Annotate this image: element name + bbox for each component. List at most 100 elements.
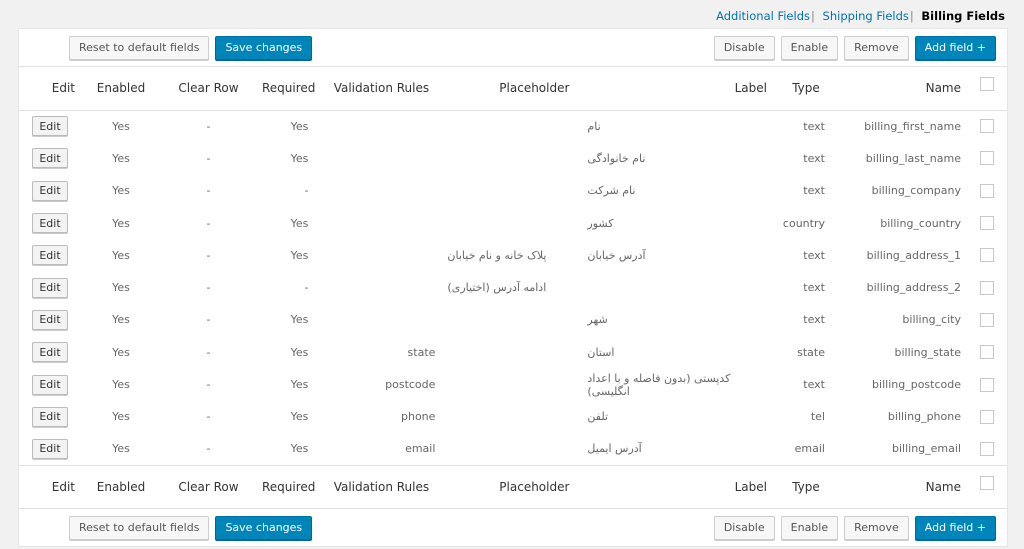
table-row: Edit Yes - Yes email آدرس ایمیل email billing_e… (19, 433, 1007, 465)
save-changes-button[interactable]: Save changes (215, 35, 313, 60)
cell-validation-rules (321, 239, 441, 271)
cell-type: country (782, 216, 825, 230)
edit-field-button[interactable]: Edit (32, 213, 68, 234)
cell-enabled: Yes (112, 281, 130, 295)
add-field-button-bottom[interactable]: Add field + (914, 515, 996, 540)
cell-validation-rules: postcode (385, 378, 436, 392)
edit-field-button[interactable]: Edit (32, 342, 68, 363)
table-row: Edit Yes - - ادامه آدرس (اختیاری) text billing… (19, 271, 1007, 303)
table-row: Edit Yes - Yes postcode کدپستی (بدون فاصله و … (19, 368, 1007, 400)
select-all-checkbox-footer[interactable] (980, 475, 994, 490)
reset-default-fields-button[interactable]: Reset to default fields (69, 35, 210, 60)
tab-billing-fields[interactable]: Billing Fields (921, 9, 1005, 23)
row-select-checkbox[interactable] (980, 151, 994, 166)
cell-required: Yes (290, 410, 309, 424)
column-header-label: Label (581, 67, 773, 111)
edit-field-button[interactable]: Edit (32, 406, 68, 427)
cell-name: billing_postcode (872, 378, 961, 392)
cell-validation-rules: email (405, 442, 436, 456)
row-select-checkbox[interactable] (980, 345, 994, 360)
cell-placeholder (441, 142, 581, 174)
column-header-clear-row: Clear Row (161, 67, 256, 111)
save-changes-button-bottom[interactable]: Save changes (215, 515, 313, 540)
cell-required: Yes (290, 442, 309, 456)
edit-field-button[interactable]: Edit (32, 148, 68, 169)
edit-field-button[interactable]: Edit (32, 277, 68, 298)
cell-placeholder (441, 433, 581, 465)
cell-clear-row: - (206, 248, 211, 262)
cell-name: billing_address_1 (866, 248, 961, 262)
cell-type: text (803, 313, 825, 327)
column-footer-name: Name (831, 464, 967, 509)
cell-enabled: Yes (112, 151, 130, 165)
cell-name: billing_city (902, 313, 961, 327)
row-select-checkbox[interactable] (980, 280, 994, 295)
select-all-checkbox[interactable] (980, 76, 994, 91)
remove-button[interactable]: Remove (844, 35, 909, 60)
disable-button-bottom[interactable]: Disable (713, 515, 775, 540)
cell-placeholder (441, 336, 581, 368)
cell-label: آدرس ایمیل (587, 442, 642, 456)
tab-shipping-fields[interactable]: Shipping Fields (823, 9, 909, 23)
enable-button[interactable]: Enable (780, 35, 839, 60)
column-header-required: Required (256, 67, 322, 111)
edit-field-button[interactable]: Edit (32, 245, 68, 266)
cell-validation-rules (321, 110, 441, 142)
column-header-type: Type (773, 67, 831, 111)
column-header-placeholder: Placeholder (441, 67, 582, 111)
cell-type: text (803, 184, 825, 198)
column-footer-edit: Edit (19, 464, 81, 509)
fields-table: Edit Enabled Clear Row Required Validati… (19, 67, 1007, 509)
table-footer-row: Edit Enabled Clear Row Required Validati… (19, 464, 1007, 509)
cell-required: Yes (290, 345, 309, 359)
cell-name: billing_first_name (864, 119, 961, 133)
cell-type: text (803, 248, 825, 262)
cell-label: نام (587, 119, 601, 133)
column-footer-validation-rules: Validation Rules (321, 464, 442, 509)
table-row: Edit Yes - Yes state استان state billing_state (19, 336, 1007, 368)
cell-name: billing_address_2 (866, 281, 961, 295)
cell-clear-row: - (206, 216, 211, 230)
cell-required: Yes (290, 216, 309, 230)
tab-additional-fields[interactable]: Additional Fields (716, 9, 810, 23)
enable-button-bottom[interactable]: Enable (780, 515, 839, 540)
row-select-checkbox[interactable] (980, 216, 994, 231)
cell-label: آدرس خیابان (587, 248, 646, 262)
table-header-row: Edit Enabled Clear Row Required Validati… (19, 67, 1007, 111)
edit-field-button[interactable]: Edit (32, 116, 68, 137)
table-row: Edit Yes - Yes کشور country billing_country (19, 207, 1007, 239)
row-select-checkbox[interactable] (980, 441, 994, 456)
cell-required: - (304, 281, 309, 295)
cell-validation-rules (321, 207, 441, 239)
row-select-checkbox[interactable] (980, 248, 994, 263)
cell-enabled: Yes (112, 442, 130, 456)
table-row: Edit Yes - - نام شرکت text billing_company (19, 175, 1007, 207)
cell-label: نام شرکت (587, 184, 636, 198)
edit-field-button[interactable]: Edit (32, 309, 68, 330)
cell-validation-rules: phone (400, 410, 436, 424)
edit-field-button[interactable]: Edit (32, 180, 68, 201)
table-row: Edit Yes - Yes پلاک خانه و نام خیابان آدرس خی… (19, 239, 1007, 271)
row-select-checkbox[interactable] (980, 377, 994, 392)
column-header-edit: Edit (19, 67, 81, 111)
row-select-checkbox[interactable] (980, 409, 994, 424)
table-row: Edit Yes - Yes نام text billing_first_name (19, 110, 1007, 142)
reset-default-fields-button-bottom[interactable]: Reset to default fields (69, 515, 210, 540)
cell-label: کدپستی (بدون فاصله و با اعداد انگلیسی) (587, 371, 731, 398)
cell-type: text (803, 378, 825, 392)
cell-validation-rules: state (407, 345, 436, 359)
row-select-checkbox[interactable] (980, 119, 994, 134)
remove-button-bottom[interactable]: Remove (844, 515, 909, 540)
edit-field-button[interactable]: Edit (32, 374, 68, 395)
cell-placeholder: پلاک خانه و نام خیابان (447, 248, 547, 262)
tab-separator: | (909, 9, 914, 23)
cell-enabled: Yes (112, 119, 130, 133)
cell-clear-row: - (206, 313, 211, 327)
edit-field-button[interactable]: Edit (32, 438, 68, 459)
disable-button[interactable]: Disable (713, 35, 775, 60)
add-field-button[interactable]: Add field + (914, 35, 996, 60)
cell-clear-row: - (206, 151, 211, 165)
row-select-checkbox[interactable] (980, 183, 994, 198)
row-select-checkbox[interactable] (980, 312, 994, 327)
table-row: Edit Yes - Yes نام خانوادگی text billing_last_… (19, 142, 1007, 174)
